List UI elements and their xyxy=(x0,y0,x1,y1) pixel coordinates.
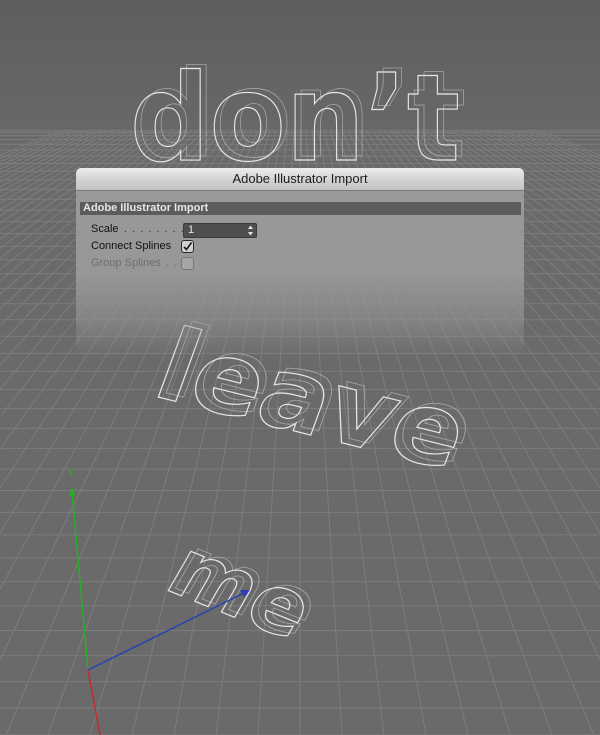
group-splines-checkbox[interactable] xyxy=(181,257,194,270)
axis-y-line xyxy=(71,491,89,671)
axis-y-label: Y xyxy=(67,468,75,479)
section-header[interactable]: Adobe Illustrator Import xyxy=(80,202,521,215)
dialog-title: Adobe Illustrator Import xyxy=(232,171,368,186)
scale-value: 1 xyxy=(188,224,195,236)
word-dont-extrusion: don’t xyxy=(136,46,466,185)
grid-line xyxy=(533,129,600,159)
checkmark-icon xyxy=(183,242,193,251)
grid-line xyxy=(539,129,600,156)
group-splines-label: Group Splines xyxy=(91,257,161,269)
group-splines-dots: . . xyxy=(166,257,179,269)
axis-x-line xyxy=(87,669,101,735)
connect-splines-checkbox[interactable] xyxy=(181,240,194,253)
word-me-extrusion: me xyxy=(159,520,337,655)
3d-viewport[interactable]: don’t don’t leave leave me me Y xyxy=(0,0,600,735)
connect-splines-label: Connect Splines xyxy=(91,240,172,252)
dialog-titlebar[interactable]: Adobe Illustrator Import xyxy=(76,168,524,191)
scale-input[interactable]: 1 xyxy=(183,223,257,238)
grid-line xyxy=(0,129,67,159)
scale-label: Scale xyxy=(91,223,119,235)
section-header-label: Adobe Illustrator Import xyxy=(83,202,209,214)
import-dialog: Adobe Illustrator Import Adobe Illustrat… xyxy=(76,168,524,358)
up-down-arrows-icon[interactable] xyxy=(247,224,254,237)
grid-line xyxy=(0,129,61,156)
